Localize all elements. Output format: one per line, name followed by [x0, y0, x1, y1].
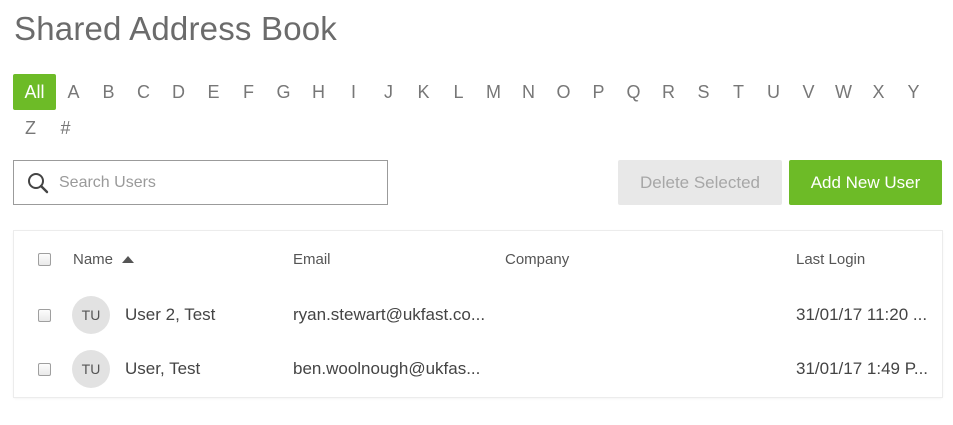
letter-filter-j[interactable]: J: [371, 74, 406, 110]
letter-filter-s[interactable]: S: [686, 74, 721, 110]
letter-filter-q[interactable]: Q: [616, 74, 651, 110]
row-checkbox[interactable]: [38, 362, 51, 376]
letter-filter-all[interactable]: All: [13, 74, 56, 110]
table-row[interactable]: TU User, Test ben.woolnough@ukfas... 31/…: [14, 343, 942, 395]
search-input[interactable]: [59, 173, 359, 192]
delete-selected-button[interactable]: Delete Selected: [618, 160, 782, 205]
alphabet-row: All A B C D E F G H I J K L M N O P Q R S T U V W X Y: [13, 74, 943, 110]
letter-filter-o[interactable]: O: [546, 74, 581, 110]
user-email: ryan.stewart@ukfast.co...: [293, 305, 486, 324]
search-box: [13, 160, 388, 205]
alphabet-filter: All A B C D E F G H I J K L M N O P Q R S T U V W X Y Z #: [13, 74, 943, 146]
user-last-login: 31/01/17 1:49 P...: [796, 359, 929, 378]
add-new-user-button[interactable]: Add New User: [789, 160, 942, 205]
user-name[interactable]: User 2, Test: [125, 305, 215, 325]
letter-filter-n[interactable]: N: [511, 74, 546, 110]
select-all-checkbox[interactable]: [38, 252, 51, 266]
letter-filter-t[interactable]: T: [721, 74, 756, 110]
letter-filter-b[interactable]: B: [91, 74, 126, 110]
row-checkbox[interactable]: [38, 308, 51, 322]
user-email: ben.woolnough@ukfas...: [293, 359, 481, 378]
letter-filter-v[interactable]: V: [791, 74, 826, 110]
letter-filter-x[interactable]: X: [861, 74, 896, 110]
letter-filter-p[interactable]: P: [581, 74, 616, 110]
avatar: TU: [72, 296, 110, 334]
page-title: Shared Address Book: [14, 10, 338, 47]
letter-filter-k[interactable]: K: [406, 74, 441, 110]
sort-ascending-icon: [122, 255, 135, 263]
letter-filter-w[interactable]: W: [826, 74, 861, 110]
letter-filter-r[interactable]: R: [651, 74, 686, 110]
letter-filter-a[interactable]: A: [56, 74, 91, 110]
company-column-header[interactable]: Company: [505, 251, 569, 268]
letter-filter-e[interactable]: E: [196, 74, 231, 110]
letter-filter-c[interactable]: C: [126, 74, 161, 110]
table-header: Name Email Company Last Login: [14, 241, 942, 277]
letter-filter-g[interactable]: G: [266, 74, 301, 110]
table-row[interactable]: TU User 2, Test ryan.stewart@ukfast.co..…: [14, 289, 942, 341]
email-column-header[interactable]: Email: [293, 251, 331, 268]
letter-filter-h[interactable]: H: [301, 74, 336, 110]
letter-filter-l[interactable]: L: [441, 74, 476, 110]
letter-filter-i[interactable]: I: [336, 74, 371, 110]
letter-filter-y[interactable]: Y: [896, 74, 931, 110]
last-login-column-header[interactable]: Last Login: [796, 251, 865, 268]
user-name[interactable]: User, Test: [125, 359, 200, 379]
letter-filter-m[interactable]: M: [476, 74, 511, 110]
user-last-login: 31/01/17 11:20 ...: [796, 305, 928, 324]
name-column-header[interactable]: Name: [73, 250, 135, 268]
search-icon: [28, 172, 49, 193]
letter-filter-hash[interactable]: #: [48, 110, 83, 146]
letter-filter-z[interactable]: Z: [13, 110, 48, 146]
letter-filter-u[interactable]: U: [756, 74, 791, 110]
letter-filter-d[interactable]: D: [161, 74, 196, 110]
users-table: Name Email Company Last Login TU User 2,…: [14, 231, 942, 397]
avatar: TU: [72, 350, 110, 388]
name-header-label: Name: [73, 250, 114, 268]
alphabet-row: Z #: [13, 110, 943, 146]
letter-filter-f[interactable]: F: [231, 74, 266, 110]
